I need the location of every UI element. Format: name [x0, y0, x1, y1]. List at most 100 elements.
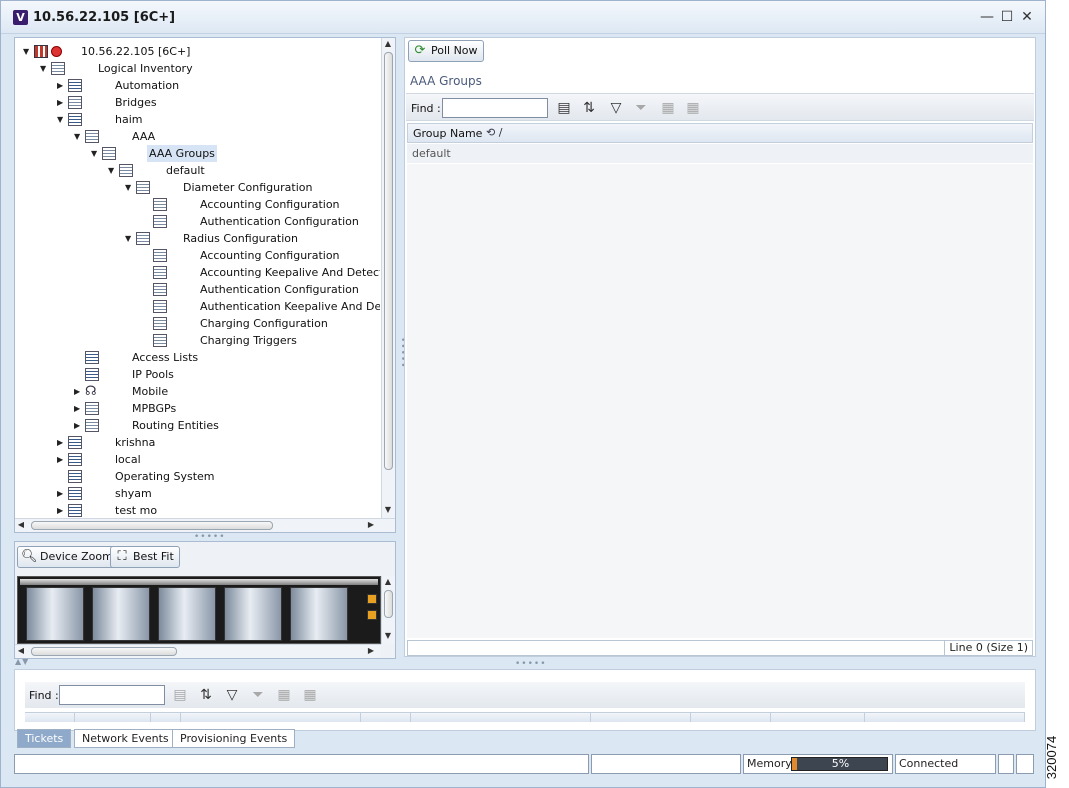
scroll-thumb[interactable]: [31, 521, 273, 530]
scroll-up-icon[interactable]: ▲: [382, 577, 394, 586]
expand-icon[interactable]: ▶: [57, 434, 65, 451]
scroll-thumb[interactable]: [384, 52, 393, 470]
tree-item-aaa[interactable]: ▼ AAA: [74, 128, 374, 145]
column-header[interactable]: [181, 713, 361, 722]
collapse-icon[interactable]: ▼: [74, 128, 82, 145]
export-icon[interactable]: ▦: [275, 686, 293, 704]
tree-item-bridges[interactable]: ▶ Bridges: [57, 94, 377, 111]
scroll-down-icon[interactable]: ▼: [382, 631, 394, 640]
tree-item-logical-inventory[interactable]: ▼ Logical Inventory: [40, 60, 380, 77]
chassis-slot[interactable]: [92, 587, 150, 641]
filter-icon[interactable]: ▽: [223, 686, 241, 704]
expand-icon[interactable]: ▶: [57, 485, 65, 502]
tree-item-access-lists[interactable]: Access Lists: [74, 349, 374, 366]
collapse-icon[interactable]: ▼: [125, 230, 133, 247]
tree-item-mpbgps[interactable]: ▶ MPBGPs: [74, 400, 374, 417]
tree-item-radius-accounting[interactable]: Accounting Configuration: [142, 247, 380, 264]
sort-direction-icon[interactable]: ⟲ /: [486, 126, 502, 139]
tree-horizontal-scrollbar[interactable]: ◀ ▶: [15, 518, 395, 532]
column-header[interactable]: [865, 713, 1025, 722]
advanced-filter-icon[interactable]: ⏷: [249, 686, 267, 704]
table-row[interactable]: default: [407, 144, 1033, 163]
expand-icon[interactable]: ▶: [57, 451, 65, 468]
title-bar[interactable]: V 10.56.22.105 [6C+] — ☐ ✕: [1, 1, 1045, 34]
tab-network-events[interactable]: Network Events: [74, 729, 177, 748]
scroll-right-icon[interactable]: ▶: [365, 520, 377, 529]
column-header[interactable]: [771, 713, 865, 722]
scroll-up-icon[interactable]: ▲: [382, 39, 394, 48]
tree-item-local[interactable]: ▶ local: [57, 451, 377, 468]
column-header[interactable]: [151, 713, 181, 722]
column-header-group-name[interactable]: Group Name: [413, 127, 482, 140]
collapse-icon[interactable]: ▼: [40, 60, 48, 77]
tree-item-root[interactable]: ▼ 10.56.22.105 [6C+]: [23, 43, 383, 60]
best-fit-button[interactable]: ⛶ Best Fit: [110, 546, 180, 568]
tree-item-routing-entities[interactable]: ▶ Routing Entities: [74, 417, 374, 434]
maximize-icon[interactable]: ☐: [999, 9, 1015, 25]
scroll-right-icon[interactable]: ▶: [365, 646, 377, 655]
column-header[interactable]: [361, 713, 411, 722]
scroll-thumb[interactable]: [384, 590, 393, 618]
expand-icon[interactable]: ▶: [57, 94, 65, 111]
columns-icon[interactable]: ▦: [301, 686, 319, 704]
device-vertical-scrollbar[interactable]: ▲ ▼: [381, 576, 395, 644]
tab-provisioning-events[interactable]: Provisioning Events: [172, 729, 296, 748]
column-header[interactable]: [75, 713, 151, 722]
tree-item-shyam[interactable]: ▶ shyam: [57, 485, 377, 502]
expand-icon[interactable]: ▶: [57, 77, 65, 94]
tree-item-mobile[interactable]: ▶ ☊ Mobile: [74, 383, 374, 400]
chassis-slot[interactable]: [290, 587, 348, 641]
splitter-handle[interactable]: •••••: [515, 659, 547, 669]
collapse-panel-icon[interactable]: ▲▼: [15, 657, 29, 666]
expand-icon[interactable]: ▶: [74, 400, 82, 417]
tree-item-test-mo[interactable]: ▶ test mo: [57, 502, 377, 519]
advanced-filter-icon[interactable]: ⏷: [632, 99, 650, 117]
tree-item-automation[interactable]: ▶ Automation: [57, 77, 377, 94]
tree-item-haim[interactable]: ▼ haim: [57, 111, 377, 128]
save-icon[interactable]: ▤: [171, 686, 189, 704]
column-header[interactable]: [25, 713, 75, 722]
scroll-left-icon[interactable]: ◀: [15, 520, 27, 529]
events-find-input[interactable]: [59, 685, 165, 705]
tree-item-krishna[interactable]: ▶ krishna: [57, 434, 377, 451]
sort-icon[interactable]: ⇅: [580, 99, 598, 117]
collapse-icon[interactable]: ▼: [108, 162, 116, 179]
device-horizontal-scrollbar[interactable]: ◀ ▶: [15, 644, 381, 658]
tree-item-radius-authentication[interactable]: Authentication Configuration: [142, 281, 380, 298]
collapse-icon[interactable]: ▼: [91, 145, 99, 162]
scroll-down-icon[interactable]: ▼: [382, 505, 394, 514]
tree-item-diameter-accounting[interactable]: Accounting Configuration: [142, 196, 382, 213]
tree-item-diameter-configuration[interactable]: ▼ Diameter Configuration: [125, 179, 375, 196]
chassis-slot[interactable]: [224, 587, 282, 641]
save-icon[interactable]: ▤: [555, 99, 573, 117]
tree-item-diameter-authentication[interactable]: Authentication Configuration: [142, 213, 382, 230]
tree-item-default[interactable]: ▼ default: [108, 162, 368, 179]
collapse-icon[interactable]: ▼: [125, 179, 133, 196]
chassis-slot[interactable]: [26, 587, 84, 641]
expand-icon[interactable]: ▶: [74, 383, 82, 400]
tree-item-radius-acct-keepalive[interactable]: Accounting Keepalive And Detect Dea: [142, 264, 380, 281]
expand-icon[interactable]: ▶: [57, 502, 65, 519]
columns-icon[interactable]: ▦: [684, 99, 702, 117]
find-input[interactable]: [442, 98, 548, 118]
column-header[interactable]: [691, 713, 771, 722]
tab-tickets[interactable]: Tickets: [17, 729, 72, 748]
sort-icon[interactable]: ⇅: [197, 686, 215, 704]
minimize-icon[interactable]: —: [979, 9, 995, 25]
close-icon[interactable]: ✕: [1019, 9, 1035, 25]
chassis-slot[interactable]: [158, 587, 216, 641]
export-icon[interactable]: ▦: [659, 99, 677, 117]
tree-item-radius-charging-triggers[interactable]: Charging Triggers: [142, 332, 380, 349]
device-chassis[interactable]: [17, 576, 381, 644]
tree-item-radius-auth-keepalive[interactable]: Authentication Keepalive And Detect: [142, 298, 380, 315]
filter-icon[interactable]: ▽: [607, 99, 625, 117]
expand-icon[interactable]: ▶: [74, 417, 82, 434]
column-header[interactable]: [591, 713, 691, 722]
tree-item-aaa-groups[interactable]: ▼ AAA Groups: [91, 145, 371, 162]
scroll-left-icon[interactable]: ◀: [15, 646, 27, 655]
tree-item-radius-configuration[interactable]: ▼ Radius Configuration: [125, 230, 375, 247]
poll-now-button[interactable]: ⟳ Poll Now: [408, 40, 484, 62]
tree-item-radius-charging[interactable]: Charging Configuration: [142, 315, 380, 332]
device-zoom-button[interactable]: 🔍︎ Device Zoom: [17, 546, 119, 568]
column-header[interactable]: [411, 713, 591, 722]
